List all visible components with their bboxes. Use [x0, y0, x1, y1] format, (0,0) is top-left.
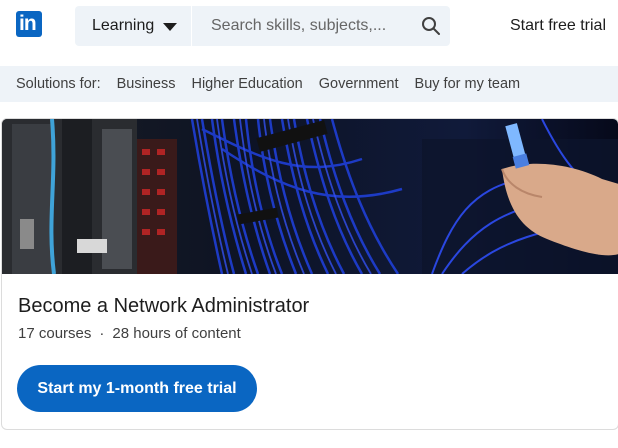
- server-rack-illustration: [2, 119, 618, 274]
- linkedin-logo[interactable]: in: [16, 11, 42, 37]
- path-title: Become a Network Administrator: [18, 295, 310, 317]
- meta-separator: ·: [99, 325, 105, 342]
- learning-dropdown[interactable]: Learning: [75, 6, 191, 46]
- top-header: in Learning Start free trial: [0, 0, 618, 62]
- start-trial-button[interactable]: Start my 1-month free trial: [17, 365, 257, 412]
- search-bar: Learning: [75, 6, 450, 46]
- search-input[interactable]: [192, 6, 410, 46]
- solutions-item-buy-for-team[interactable]: Buy for my team: [415, 76, 521, 92]
- caret-down-icon: [163, 22, 178, 31]
- solutions-bar: Solutions for: Business Higher Education…: [0, 66, 618, 102]
- content-hours: 28 hours of content: [112, 325, 241, 342]
- logo-text: in: [19, 12, 37, 35]
- solutions-item-higher-education[interactable]: Higher Education: [191, 76, 302, 92]
- solutions-label: Solutions for:: [16, 76, 101, 92]
- path-meta: 17 courses · 28 hours of content: [18, 325, 241, 342]
- search-button[interactable]: [410, 6, 450, 46]
- start-free-trial-link[interactable]: Start free trial: [510, 17, 606, 35]
- solutions-item-business[interactable]: Business: [117, 76, 176, 92]
- learning-path-card: Become a Network Administrator 17 course…: [1, 118, 618, 430]
- course-count: 17 courses: [18, 325, 92, 342]
- solutions-item-government[interactable]: Government: [319, 76, 399, 92]
- learning-label: Learning: [92, 17, 155, 34]
- search-icon: [422, 17, 440, 35]
- network-cables-hero-image: [2, 119, 618, 274]
